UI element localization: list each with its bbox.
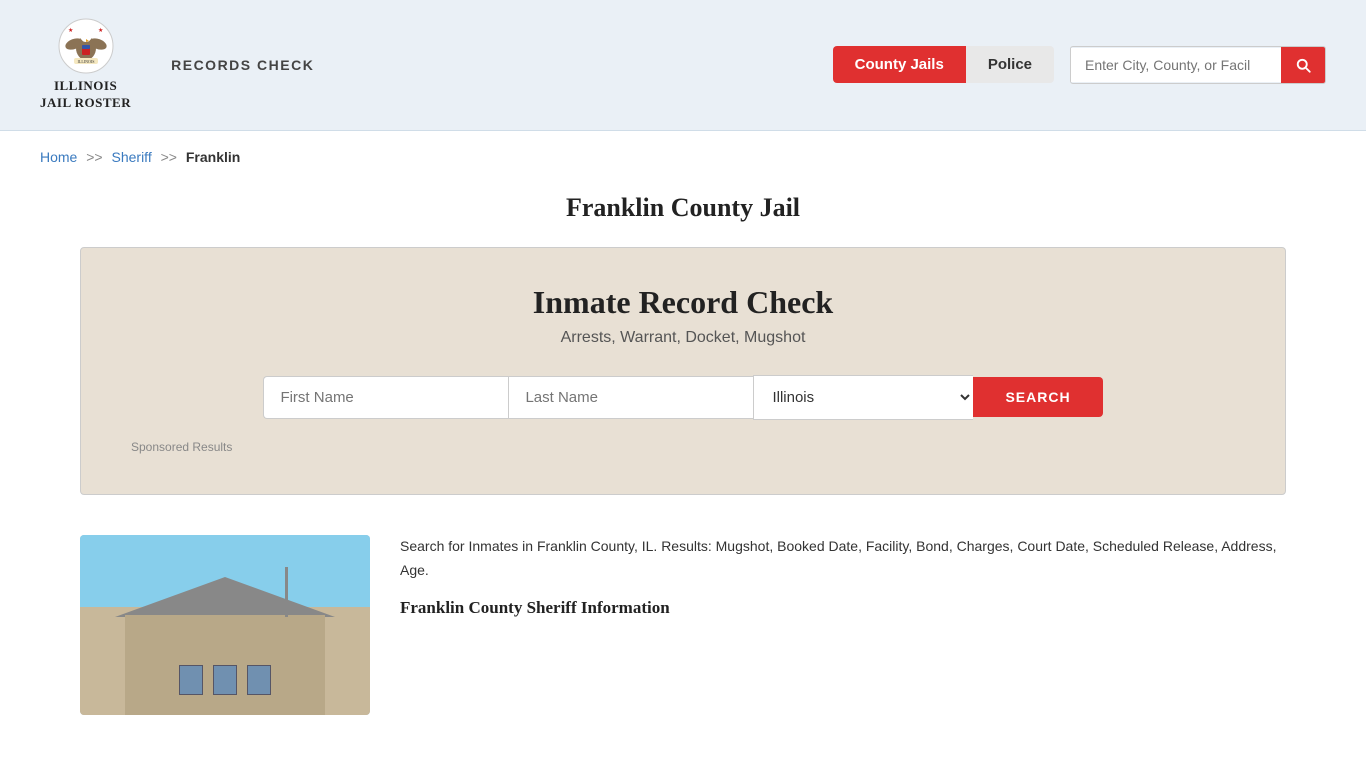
inmate-search-box: Inmate Record Check Arrests, Warrant, Do…	[80, 247, 1286, 495]
building-window	[213, 665, 237, 695]
records-check-label: RECORDS CHECK	[171, 57, 314, 73]
content-description: Search for Inmates in Franklin County, I…	[400, 535, 1286, 583]
state-select[interactable]: AlabamaAlaskaArizonaArkansasCaliforniaCo…	[753, 375, 973, 420]
inmate-search-subtitle: Arrests, Warrant, Docket, Mugshot	[131, 329, 1235, 347]
svg-text:ILLINOIS: ILLINOIS	[77, 59, 94, 64]
breadcrumb-sep1: >>	[86, 149, 102, 165]
breadcrumb-home[interactable]: Home	[40, 149, 77, 165]
building-window	[179, 665, 203, 695]
inmate-search-button[interactable]: SEARCH	[973, 377, 1102, 417]
breadcrumb-sheriff[interactable]: Sheriff	[112, 149, 152, 165]
building-window	[247, 665, 271, 695]
logo-text: ILLINOIS JAIL ROSTER	[40, 78, 131, 112]
illinois-seal-icon: ★ ★ ILLINOIS	[58, 18, 114, 74]
breadcrumb: Home >> Sheriff >> Franklin	[0, 131, 1366, 175]
main-nav: County Jails Police	[833, 46, 1326, 84]
site-logo[interactable]: ★ ★ ILLINOIS ILLINOIS JAIL ROSTER	[40, 18, 131, 112]
header-search-button[interactable]	[1281, 47, 1325, 83]
header-search-bar	[1070, 46, 1326, 84]
content-text: Search for Inmates in Franklin County, I…	[400, 535, 1286, 619]
content-subheading: Franklin County Sheriff Information	[400, 598, 1286, 618]
svg-text:★: ★	[68, 27, 73, 34]
breadcrumb-current: Franklin	[186, 149, 240, 165]
header-search-input[interactable]	[1071, 48, 1281, 82]
content-section: Search for Inmates in Franklin County, I…	[0, 525, 1366, 745]
sponsored-label: Sponsored Results	[131, 440, 1235, 454]
search-icon	[1294, 56, 1312, 74]
inmate-search-title: Inmate Record Check	[131, 284, 1235, 321]
facility-image	[80, 535, 370, 715]
police-button[interactable]: Police	[966, 46, 1054, 83]
site-header: ★ ★ ILLINOIS ILLINOIS JAIL ROSTER RECORD…	[0, 0, 1366, 131]
first-name-input[interactable]	[263, 376, 508, 419]
page-title: Franklin County Jail	[40, 193, 1326, 223]
page-title-area: Franklin County Jail	[0, 175, 1366, 247]
county-jails-button[interactable]: County Jails	[833, 46, 966, 83]
svg-text:★: ★	[98, 27, 103, 34]
last-name-input[interactable]	[508, 376, 753, 419]
breadcrumb-sep2: >>	[161, 149, 177, 165]
search-fields: AlabamaAlaskaArizonaArkansasCaliforniaCo…	[131, 375, 1235, 420]
